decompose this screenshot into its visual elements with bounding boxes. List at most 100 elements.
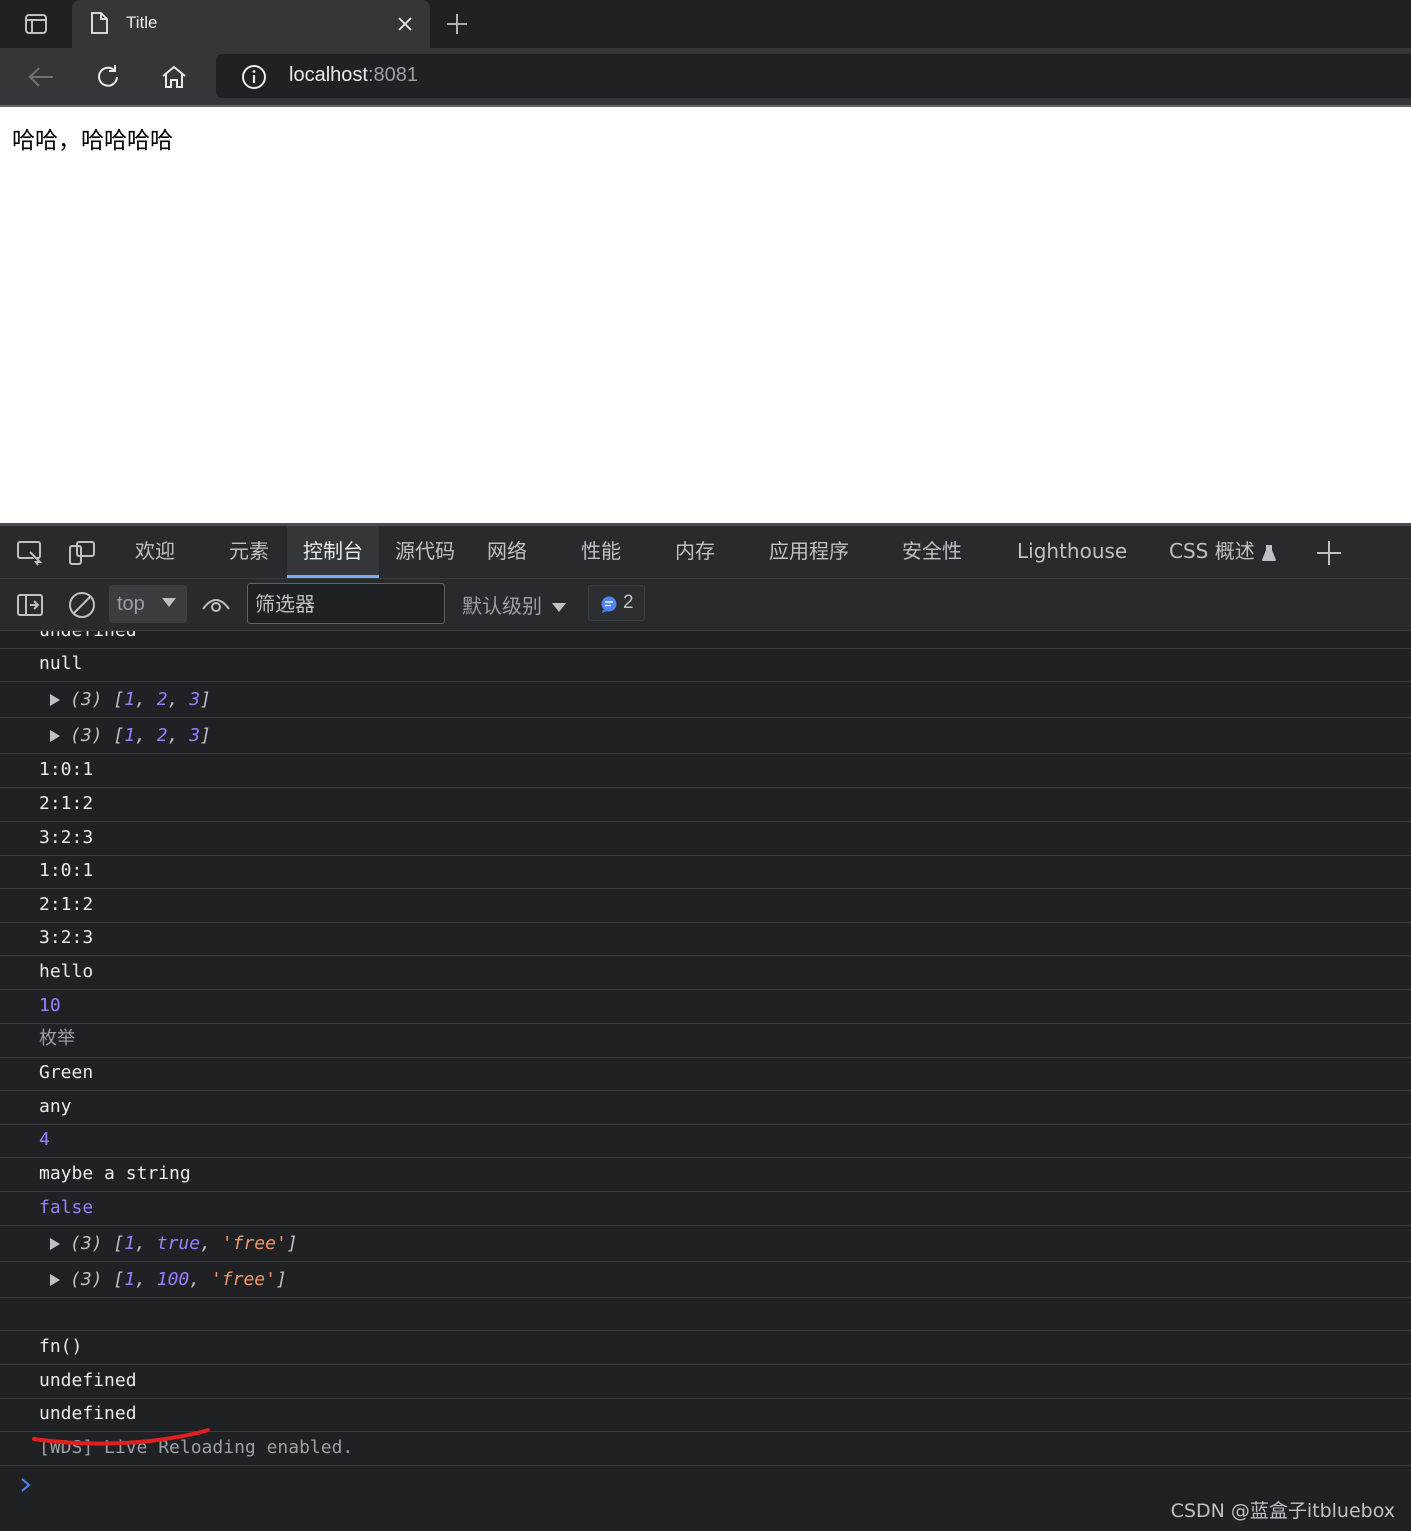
expand-triangle-icon[interactable] — [50, 730, 60, 742]
console-message[interactable]: null — [0, 649, 1411, 682]
log-number: 10 — [39, 995, 61, 1016]
log-text: hello — [39, 961, 94, 982]
console-filter-input[interactable] — [247, 583, 445, 624]
context-value: top — [117, 593, 145, 615]
console-message[interactable]: fn() — [0, 1331, 1411, 1365]
devtools-tab-bar: 欢迎 元素 控制台 源代码 网络 性能 内存 应用程序 安全性 Lighthou… — [0, 526, 1411, 579]
clear-console-icon[interactable] — [66, 589, 98, 621]
array-length: (3) — [70, 1233, 103, 1254]
console-message[interactable]: maybe a string — [0, 1158, 1411, 1192]
console-message[interactable]: 3:2:3 — [0, 822, 1411, 856]
log-text: undefined — [39, 631, 137, 641]
plus-icon[interactable] — [442, 10, 472, 38]
console-message[interactable]: 4 — [0, 1125, 1411, 1158]
inspect-element-icon[interactable] — [15, 539, 45, 567]
back-arrow-icon[interactable] — [24, 60, 58, 94]
tab-elements[interactable]: 元素 — [229, 526, 269, 578]
tab-console[interactable]: 控制台 — [287, 526, 379, 578]
console-message[interactable]: (3) [1, 2, 3] — [0, 682, 1411, 718]
array-length: (3) — [70, 1269, 103, 1290]
array-length: (3) — [70, 725, 103, 746]
tab-strip: Title — [0, 0, 1411, 48]
info-icon[interactable] — [241, 64, 267, 90]
reload-icon[interactable] — [91, 60, 125, 94]
console-message[interactable]: undefined — [0, 1365, 1411, 1399]
array-item: 1 — [124, 1233, 136, 1254]
log-boolean: false — [39, 1197, 94, 1218]
home-icon[interactable] — [157, 60, 191, 94]
tab-title: Title — [126, 13, 158, 32]
console-message[interactable]: 2:1:2 — [0, 889, 1411, 923]
array-item: 'free' — [210, 1269, 276, 1290]
tab-network[interactable]: 网络 — [487, 526, 527, 578]
array-preview: (3) [1, 2, 3] — [70, 689, 211, 710]
console-message-empty[interactable] — [0, 1298, 1411, 1331]
tab-security[interactable]: 安全性 — [902, 526, 962, 578]
tab-memory[interactable]: 内存 — [675, 526, 715, 578]
tab-css-overview-label: CSS 概述 — [1169, 539, 1255, 563]
console-message[interactable]: undefined — [0, 631, 1411, 649]
console-message[interactable]: Green — [0, 1058, 1411, 1091]
tab-css-overview[interactable]: CSS 概述 — [1169, 526, 1277, 578]
log-text: any — [39, 1096, 72, 1117]
array-item: true — [156, 1233, 201, 1254]
url-port: :8081 — [367, 64, 418, 86]
array-preview: (3) [1, 100, 'free'] — [70, 1269, 287, 1290]
dropdown-arrow-icon — [162, 598, 176, 608]
array-preview: (3) [1, 2, 3] — [70, 725, 211, 746]
tab-performance[interactable]: 性能 — [581, 526, 621, 578]
sidebar-toggle-icon[interactable] — [20, 10, 52, 38]
url-host: localhost — [289, 64, 368, 86]
console-message[interactable]: hello — [0, 956, 1411, 990]
tab-welcome[interactable]: 欢迎 — [135, 526, 175, 578]
log-text: 枚举 — [39, 1028, 75, 1049]
browser-tab[interactable]: Title — [72, 0, 430, 48]
dropdown-arrow-icon — [552, 602, 566, 613]
console-message[interactable]: 10 — [0, 990, 1411, 1024]
log-text: 2:1:2 — [39, 894, 94, 915]
console-message[interactable]: (3) [1, 2, 3] — [0, 718, 1411, 754]
console-message[interactable]: false — [0, 1192, 1411, 1226]
more-tabs-plus-icon[interactable] — [1314, 538, 1344, 568]
close-icon[interactable] — [394, 13, 416, 35]
array-item: 3 — [189, 689, 201, 710]
expand-triangle-icon[interactable] — [50, 1274, 60, 1286]
issues-counter-button[interactable]: 2 — [588, 585, 645, 621]
log-text: 3:2:3 — [39, 827, 94, 848]
experiment-beaker-icon — [1261, 544, 1277, 562]
log-text: undefined — [39, 1403, 137, 1424]
log-text: null — [39, 653, 83, 674]
watermark: CSDN @蓝盒子itbluebox — [1170, 1500, 1395, 1522]
device-toolbar-icon[interactable] — [67, 539, 97, 567]
log-text: 3:2:3 — [39, 927, 94, 948]
address-bar[interactable]: localhost:8081 — [216, 54, 1411, 98]
console-message[interactable]: (3) [1, 100, 'free'] — [0, 1262, 1411, 1298]
log-levels-dropdown[interactable]: 默认级别 — [462, 590, 566, 619]
devtools-panel: 欢迎 元素 控制台 源代码 网络 性能 内存 应用程序 安全性 Lighthou… — [0, 523, 1411, 1531]
tab-application[interactable]: 应用程序 — [769, 526, 849, 578]
context-selector[interactable]: top — [109, 585, 187, 623]
console-prompt-chevron-icon[interactable] — [20, 1477, 32, 1493]
expand-triangle-icon[interactable] — [50, 1238, 60, 1250]
array-item: 1 — [124, 725, 136, 746]
tab-sources[interactable]: 源代码 — [395, 526, 455, 578]
console-message[interactable]: 1:0:1 — [0, 856, 1411, 889]
log-text: 1:0:1 — [39, 860, 94, 881]
console-toolbar: top 默认级别 2 — [0, 579, 1411, 631]
array-item: 2 — [156, 689, 168, 710]
console-message[interactable]: 1:0:1 — [0, 754, 1411, 788]
log-text: 2:1:2 — [39, 793, 94, 814]
console-message[interactable]: any — [0, 1091, 1411, 1125]
console-message[interactable]: 2:1:2 — [0, 788, 1411, 822]
live-expression-eye-icon[interactable] — [200, 589, 232, 621]
console-message[interactable]: 枚举 — [0, 1024, 1411, 1058]
message-bubble-icon — [600, 596, 618, 614]
tab-lighthouse[interactable]: Lighthouse — [1017, 526, 1127, 578]
console-message[interactable]: (3) [1, true, 'free'] — [0, 1226, 1411, 1262]
console-message[interactable]: 3:2:3 — [0, 923, 1411, 956]
url-text: localhost:8081 — [289, 64, 418, 87]
expand-triangle-icon[interactable] — [50, 694, 60, 706]
show-sidebar-icon[interactable] — [14, 589, 46, 621]
array-item: 100 — [156, 1269, 190, 1290]
issues-count: 2 — [623, 592, 634, 613]
